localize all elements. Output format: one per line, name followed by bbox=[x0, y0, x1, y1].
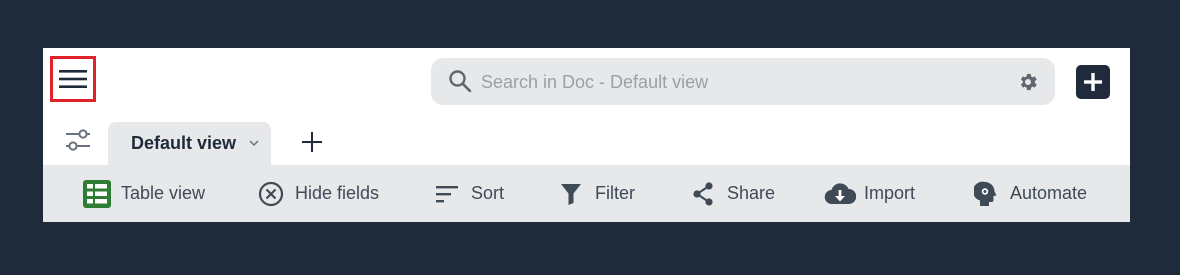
doc-panel: Search in Doc - Default view Default vie… bbox=[43, 48, 1130, 222]
toolbar-label: Share bbox=[727, 183, 776, 203]
table-view-button[interactable]: Table view bbox=[81, 165, 205, 222]
filter-button[interactable]: Filter bbox=[555, 165, 635, 222]
share-icon bbox=[687, 178, 719, 210]
toolbar-label: Hide fields bbox=[295, 183, 380, 203]
add-button[interactable] bbox=[1076, 65, 1110, 99]
table-grid-icon bbox=[81, 178, 113, 210]
view-settings-icon[interactable] bbox=[65, 128, 91, 152]
plus-icon bbox=[1084, 73, 1102, 91]
cloud-download-icon bbox=[824, 178, 856, 210]
chevron-down-icon[interactable] bbox=[249, 140, 259, 147]
hamburger-menu-icon bbox=[59, 70, 87, 88]
toolbar-label: Table view bbox=[121, 183, 206, 203]
toolbar-label: Import bbox=[864, 183, 916, 203]
toolbar-label: Sort bbox=[471, 183, 505, 203]
tab-label: Default view bbox=[131, 133, 237, 153]
funnel-icon bbox=[555, 178, 587, 210]
menu-button[interactable] bbox=[50, 56, 96, 102]
search-icon bbox=[449, 70, 472, 93]
toolbar-label: Filter bbox=[595, 183, 635, 203]
sort-button[interactable]: Sort bbox=[431, 165, 504, 222]
hide-fields-button[interactable]: Hide fields bbox=[255, 165, 379, 222]
automate-button[interactable]: Automate bbox=[970, 165, 1087, 222]
add-view-icon[interactable] bbox=[301, 131, 323, 153]
gear-icon[interactable] bbox=[1017, 71, 1039, 93]
view-toolbar: Table view Hide fields Sort Filter Share… bbox=[43, 165, 1130, 222]
import-button[interactable]: Import bbox=[824, 165, 915, 222]
sort-lines-icon bbox=[431, 178, 463, 210]
search-bar[interactable]: Search in Doc - Default view bbox=[431, 58, 1055, 105]
tab-default-view[interactable]: Default view bbox=[108, 122, 271, 165]
search-placeholder: Search in Doc - Default view bbox=[481, 72, 709, 92]
toolbar-label: Automate bbox=[1010, 183, 1088, 203]
share-button[interactable]: Share bbox=[687, 165, 775, 222]
circle-x-icon bbox=[255, 178, 287, 210]
automate-head-icon bbox=[970, 178, 1002, 210]
